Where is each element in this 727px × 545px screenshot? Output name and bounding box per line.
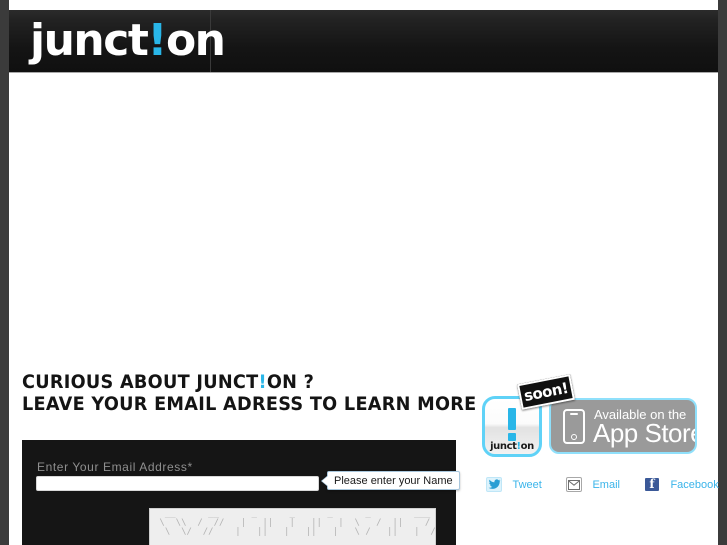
tooltip-text: Please enter your Name bbox=[334, 475, 453, 487]
app-store-badge[interactable]: Available on the App Store bbox=[549, 398, 697, 454]
share-email-button[interactable]: Email bbox=[566, 476, 620, 494]
email-input[interactable] bbox=[36, 476, 319, 491]
share-facebook-label: Facebook bbox=[670, 478, 719, 491]
signup-form-panel: Enter Your Email Address* __ __ _ _ _ _ … bbox=[22, 440, 456, 545]
facebook-icon: f bbox=[644, 477, 660, 493]
exclamation-bar-icon bbox=[508, 408, 516, 430]
headline-line-2: LEAVE YOUR EMAIL ADRESS TO LEARN MORE bbox=[22, 393, 477, 415]
brand-logo-exclamation: ! bbox=[147, 15, 167, 66]
brand-logo-text-after: on bbox=[165, 15, 226, 66]
headline-line-1: CURIOUS ABOUT JUNCT!ON ? bbox=[22, 371, 459, 393]
appstore-title-text: App Store bbox=[593, 418, 697, 448]
email-field-label: Enter Your Email Address* bbox=[37, 460, 193, 474]
share-tweet-button[interactable]: Tweet bbox=[486, 476, 542, 494]
soon-sticker-label: soon! bbox=[522, 378, 570, 406]
envelope-icon bbox=[566, 477, 582, 493]
app-icon-word-before: junct bbox=[490, 441, 517, 452]
app-icon-wordmark: junct!on bbox=[485, 441, 539, 452]
tooltip-arrow-icon bbox=[322, 476, 328, 486]
share-tweet-label: Tweet bbox=[512, 478, 542, 491]
headline-exclamation: ! bbox=[258, 371, 267, 393]
headline-line-1-after: ON ? bbox=[266, 371, 315, 393]
share-email-label: Email bbox=[592, 478, 620, 491]
page-headline: CURIOUS ABOUT JUNCT!ON ? LEAVE YOUR EMAI… bbox=[22, 371, 492, 415]
brand-logo-text-before: junct bbox=[30, 15, 149, 66]
twitter-icon bbox=[486, 477, 502, 493]
page-frame: junct!on CURIOUS ABOUT JUNCT!ON ? LEAVE … bbox=[0, 0, 727, 545]
captcha-ascii-art: __ __ _ _ _ _ ___ \ \\ / // | || | || | … bbox=[149, 508, 436, 545]
iphone-icon bbox=[563, 409, 585, 444]
share-facebook-button[interactable]: f Facebook bbox=[644, 476, 719, 494]
site-header: junct!on bbox=[9, 10, 718, 73]
headline-line-1-before: CURIOUS ABOUT JUNCT bbox=[22, 371, 259, 393]
captcha-art-text: __ __ _ _ _ _ ___ \ \\ / // | || | || | … bbox=[159, 509, 436, 537]
brand-logo[interactable]: junct!on bbox=[30, 15, 226, 67]
email-validation-tooltip: Please enter your Name bbox=[322, 471, 460, 490]
social-share-row: Tweet Email f Facebook bbox=[486, 476, 719, 496]
app-icon-word-after: on bbox=[520, 441, 535, 452]
exclamation-dot-icon bbox=[508, 433, 516, 441]
app-badges: junct!on Available on the App Store bbox=[482, 396, 697, 458]
